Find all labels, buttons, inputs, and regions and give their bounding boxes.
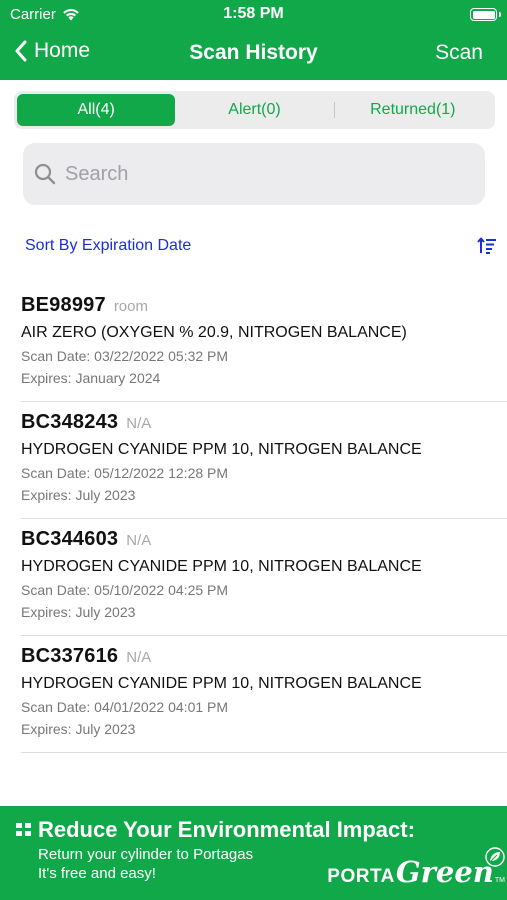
portagreen-banner[interactable]: Reduce Your Environmental Impact: Return… bbox=[0, 806, 507, 900]
expiration-date: Expires: July 2023 bbox=[21, 487, 136, 503]
battery-icon bbox=[470, 8, 501, 21]
navigation-bar: Home Scan History Scan bbox=[0, 30, 507, 80]
sort-descending-icon[interactable] bbox=[477, 236, 497, 256]
list-item[interactable]: BE98997 room AIR ZERO (OXYGEN % 20.9, NI… bbox=[21, 285, 507, 402]
expiration-date: Expires: July 2023 bbox=[21, 604, 136, 620]
list-item[interactable]: BC337616 N/A HYDROGEN CYANIDE PPM 10, NI… bbox=[21, 636, 507, 753]
item-header: BC337616 N/A bbox=[21, 645, 151, 668]
cylinder-description: AIR ZERO (OXYGEN % 20.9, NITROGEN BALANC… bbox=[21, 324, 407, 341]
item-header: BC344603 N/A bbox=[21, 528, 151, 551]
cylinder-code: BC337616 bbox=[21, 645, 119, 667]
cylinder-location: N/A bbox=[126, 532, 152, 549]
cylinder-code: BE98997 bbox=[21, 294, 106, 316]
list-item[interactable]: BC348243 N/A HYDROGEN CYANIDE PPM 10, NI… bbox=[21, 402, 507, 519]
item-header: BC348243 N/A bbox=[21, 411, 151, 434]
cylinder-description: HYDROGEN CYANIDE PPM 10, NITROGEN BALANC… bbox=[21, 675, 422, 692]
scan-date: Scan Date: 04/01/2022 04:01 PM bbox=[21, 699, 229, 715]
filter-segmented-control: All(4) Alert(0) Returned(1) bbox=[14, 91, 495, 129]
banner-subtext-secondary: It's free and easy! bbox=[38, 865, 156, 882]
logo-trademark: TM bbox=[494, 877, 505, 884]
scan-history-list: BE98997 room AIR ZERO (OXYGEN % 20.9, NI… bbox=[0, 285, 507, 753]
back-label: Home bbox=[34, 39, 91, 62]
status-time: 1:58 PM bbox=[223, 5, 284, 22]
tab-all[interactable]: All(4) bbox=[17, 94, 176, 126]
search-bar bbox=[23, 143, 485, 205]
leaf-icon bbox=[485, 847, 505, 867]
tab-alert[interactable]: Alert(0) bbox=[175, 94, 333, 126]
scan-date: Scan Date: 05/10/2022 04:25 PM bbox=[21, 582, 229, 598]
cylinder-location: N/A bbox=[126, 649, 152, 666]
search-input[interactable] bbox=[65, 162, 465, 186]
item-header: BE98997 room bbox=[21, 294, 148, 317]
banner-subtext: Return your cylinder to Portagas bbox=[38, 846, 254, 863]
cylinder-description: HYDROGEN CYANIDE PPM 10, NITROGEN BALANC… bbox=[21, 441, 422, 458]
cylinder-code: BC344603 bbox=[21, 528, 119, 550]
status-bar: Carrier 1:58 PM bbox=[0, 0, 507, 30]
sort-by-expiration-link[interactable]: Sort By Expiration Date bbox=[25, 237, 191, 255]
list-item[interactable]: BC344603 N/A HYDROGEN CYANIDE PPM 10, NI… bbox=[21, 519, 507, 636]
cylinder-location: N/A bbox=[126, 415, 152, 432]
scan-button[interactable]: Scan bbox=[435, 41, 483, 65]
scan-date: Scan Date: 03/22/2022 05:32 PM bbox=[21, 348, 229, 364]
cylinder-code: BC348243 bbox=[21, 411, 119, 433]
grid-icon bbox=[16, 823, 31, 836]
search-icon bbox=[34, 163, 56, 185]
chevron-left-icon bbox=[15, 40, 27, 62]
expiration-date: Expires: July 2023 bbox=[21, 721, 136, 737]
expiration-date: Expires: January 2024 bbox=[21, 370, 161, 386]
back-button[interactable]: Home bbox=[14, 39, 90, 63]
portagreen-logo: PORTA Green TM bbox=[327, 847, 505, 889]
banner-headline: Reduce Your Environmental Impact: bbox=[38, 817, 415, 842]
sort-row: Sort By Expiration Date bbox=[25, 236, 497, 260]
scan-date: Scan Date: 05/12/2022 12:28 PM bbox=[21, 465, 229, 481]
logo-green-text: Green bbox=[395, 855, 494, 889]
tab-returned[interactable]: Returned(1) bbox=[333, 94, 492, 126]
cylinder-description: HYDROGEN CYANIDE PPM 10, NITROGEN BALANC… bbox=[21, 558, 422, 575]
cylinder-location: room bbox=[113, 298, 148, 315]
logo-porta-text: PORTA bbox=[327, 866, 395, 887]
